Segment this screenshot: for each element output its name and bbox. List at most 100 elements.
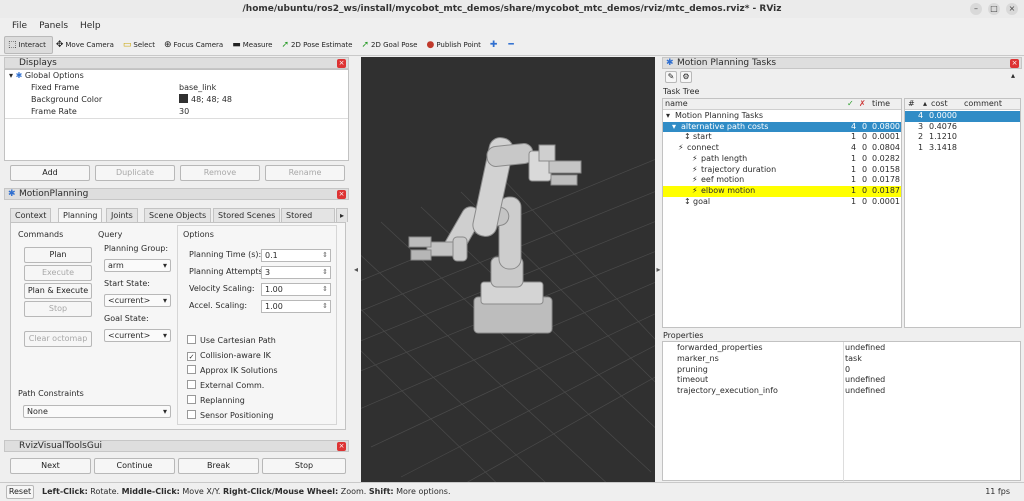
task-tree-row[interactable]: ↕ start 1 0 0.0001 — [663, 132, 901, 143]
property-value-cell: task — [845, 353, 862, 363]
tool-focus-camera[interactable]: ⊕ Focus Camera — [161, 36, 229, 54]
accel-scaling-input[interactable]: 1.00 — [261, 300, 331, 313]
stage-icon: ⚡ — [692, 153, 698, 163]
tab-stored-states[interactable]: Stored Stat — [281, 208, 335, 222]
task-tree-row[interactable]: ⚡ elbow motion 1 0 0.0187 — [663, 185, 901, 197]
close-icon[interactable]: × — [337, 442, 346, 451]
tool-move-camera[interactable]: ✥ Move Camera — [53, 36, 120, 54]
tab-scroll-right-icon[interactable]: ▸ — [336, 208, 348, 222]
add-button[interactable]: Add — [10, 165, 90, 181]
minimize-icon[interactable]: – — [970, 3, 982, 15]
tab-bar: Context Planning Joints Scene Objects St… — [10, 208, 348, 222]
plan-and-execute-button[interactable]: Plan & Execute — [24, 283, 92, 299]
break-button[interactable]: Break — [178, 458, 259, 474]
settings-icon[interactable]: ⚙ — [680, 71, 692, 83]
tab-planning[interactable]: Planning — [58, 208, 103, 222]
goal-state-select[interactable]: <current> — [104, 329, 171, 342]
reset-button[interactable]: Reset — [6, 485, 34, 499]
task-name-cell: path length — [701, 153, 748, 163]
plan-button[interactable]: Plan — [24, 247, 92, 263]
sensor-positioning-checkbox[interactable]: Sensor Positioning — [187, 410, 273, 421]
tool-select[interactable]: ▭ Select — [120, 36, 161, 54]
tool-publish-point[interactable]: ● Publish Point — [423, 36, 486, 54]
global-options-row[interactable]: ▾ ✱ Global Options — [9, 70, 84, 82]
remove-tool-button[interactable]: ━ — [505, 36, 521, 54]
clear-octomap-button[interactable]: Clear octomap — [24, 331, 92, 347]
tool-pose-estimate[interactable]: ➚ 2D Pose Estimate — [278, 36, 358, 54]
tab-stored-scenes[interactable]: Stored Scenes — [213, 208, 281, 222]
solution-row[interactable]: 4 0.0000 — [905, 111, 1020, 122]
task-tree-row[interactable]: ▾ alternative path costs 4 0 0.0800 — [663, 121, 901, 133]
tool-interact[interactable]: ⬚ Interact — [4, 35, 53, 54]
tab-context[interactable]: Context — [10, 208, 52, 222]
task-tree-row[interactable]: ⚡ path length 1 0 0.0282 — [663, 154, 901, 165]
close-icon[interactable]: × — [1006, 3, 1018, 15]
render-viewport[interactable] — [361, 57, 655, 482]
tab-scene-objects[interactable]: Scene Objects — [144, 208, 212, 222]
task-tree-row[interactable]: ⚡ connect 4 0 0.0804 — [663, 143, 901, 154]
property-row[interactable]: pruning 0 — [663, 365, 1020, 376]
solution-row[interactable]: 2 1.1210 — [905, 132, 1020, 143]
commands-label: Commands — [18, 230, 64, 239]
checkbox-icon — [187, 395, 196, 404]
collapse-left-handle[interactable]: ◂ — [352, 57, 360, 482]
duplicate-button[interactable]: Duplicate — [95, 165, 175, 181]
cartesian-path-checkbox[interactable]: Use Cartesian Path — [187, 335, 276, 346]
approx-ik-checkbox[interactable]: Approx IK Solutions — [187, 365, 278, 376]
replanning-checkbox[interactable]: Replanning — [187, 395, 245, 406]
solution-row[interactable]: 3 0.4076 — [905, 122, 1020, 133]
close-icon[interactable]: × — [337, 59, 346, 68]
add-tool-button[interactable]: ✚ — [487, 36, 506, 54]
velocity-scaling-input[interactable]: 1.00 — [261, 283, 331, 296]
property-value-cell: undefined — [845, 343, 886, 352]
task-time-cell: 0.0282 — [872, 153, 900, 163]
task-tree-row[interactable]: ⚡ trajectory duration 1 0 0.0158 — [663, 165, 901, 176]
fixed-frame-value[interactable]: base_link — [179, 82, 216, 94]
menu-file[interactable]: File — [12, 21, 27, 31]
tool-measure[interactable]: ▬ Measure — [229, 36, 278, 54]
frame-rate-value[interactable]: 30 — [179, 106, 189, 118]
collision-aware-ik-checkbox[interactable]: ✓ Collision-aware IK — [187, 350, 271, 361]
task-ok-cell: 4 — [851, 143, 857, 153]
execute-button[interactable]: Execute — [24, 265, 92, 281]
planning-attempts-input[interactable]: 3 — [261, 266, 331, 279]
focus-camera-icon: ⊕ — [163, 39, 172, 50]
motion-planning-panel: ✱ MotionPlanning × Context Planning Joints… — [4, 188, 349, 434]
property-value-cell: undefined — [845, 386, 886, 396]
path-constraints-select[interactable]: None — [23, 405, 171, 418]
planning-time-input[interactable]: 0.1 — [261, 249, 331, 262]
stop-button[interactable]: Stop — [24, 301, 92, 317]
scroll-up-icon[interactable]: ▴ — [1011, 69, 1021, 83]
collapse-right-handle[interactable]: ▸ — [655, 57, 662, 482]
external-comm-checkbox[interactable]: External Comm. — [187, 380, 264, 391]
menu-help[interactable]: Help — [80, 21, 101, 31]
remove-button[interactable]: Remove — [180, 165, 260, 181]
start-state-select[interactable]: <current> — [104, 294, 171, 307]
close-icon[interactable]: × — [337, 190, 346, 199]
tab-joints[interactable]: Joints — [106, 208, 138, 222]
task-tree-row[interactable]: ▾ Motion Planning Tasks — [663, 111, 901, 122]
tool-goal-pose[interactable]: ➚ 2D Goal Pose — [358, 36, 423, 54]
menu-panels[interactable]: Panels — [39, 21, 68, 31]
stop-button[interactable]: Stop — [262, 458, 346, 474]
task-tree-row[interactable]: ⚡ eef motion 1 0 0.0178 — [663, 175, 901, 186]
visual-tools-panel: RvizVisualToolsGui × Next Continue Break … — [4, 440, 349, 478]
solution-row[interactable]: 1 3.1418 — [905, 143, 1020, 154]
background-color-value[interactable]: 48; 48; 48 — [179, 94, 232, 106]
close-icon[interactable]: × — [1010, 59, 1019, 68]
stage-icon: ⚡ — [692, 175, 698, 185]
task-time-cell: 0.0158 — [872, 164, 900, 174]
planning-group-select[interactable]: arm — [104, 259, 171, 272]
property-row[interactable]: trajectory_execution_info undefined — [663, 386, 1020, 397]
solution-id-cell: 1 — [918, 143, 924, 153]
property-row[interactable]: timeout undefined — [663, 375, 1020, 386]
property-row[interactable]: forwarded_properties undefined — [663, 343, 1020, 354]
maximize-icon[interactable]: □ — [988, 3, 1000, 15]
property-row[interactable]: marker_ns task — [663, 354, 1020, 365]
task-tree-row[interactable]: ↕ goal 1 0 0.0001 — [663, 197, 901, 208]
add-task-icon[interactable]: ✎ — [665, 71, 677, 83]
rename-button[interactable]: Rename — [265, 165, 345, 181]
next-button[interactable]: Next — [10, 458, 91, 474]
continue-button[interactable]: Continue — [94, 458, 175, 474]
plus-icon: ✚ — [489, 39, 498, 50]
